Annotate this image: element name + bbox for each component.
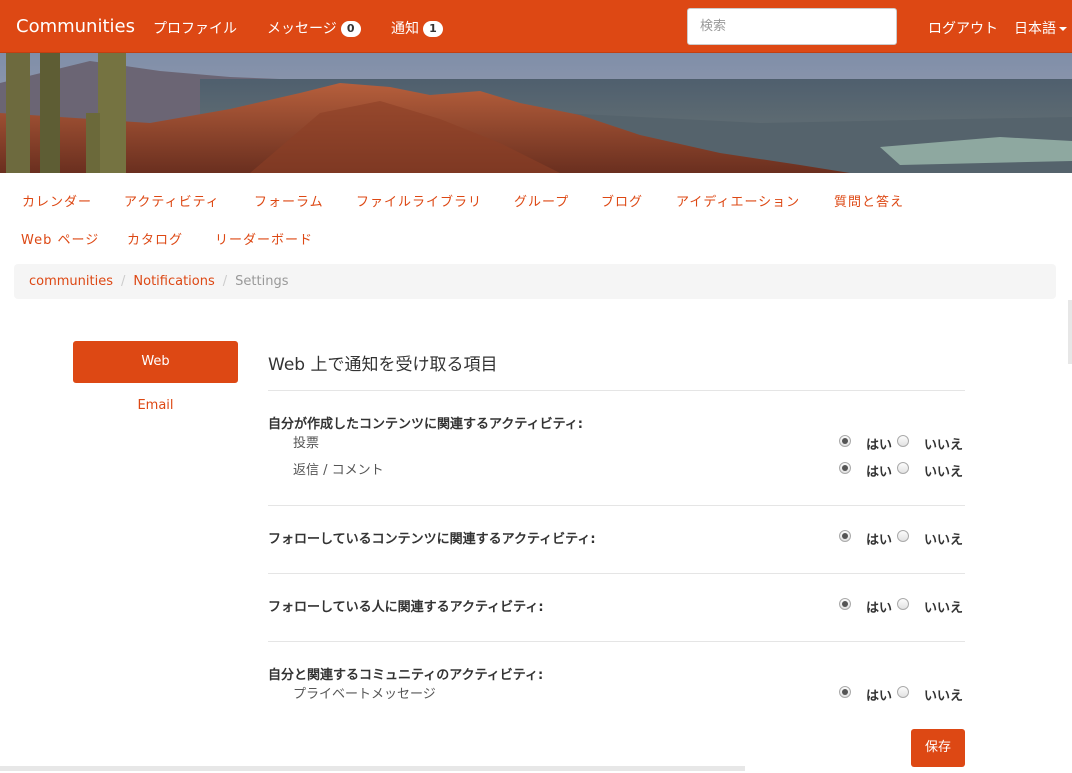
- radio-yes-label: はい: [866, 533, 893, 548]
- brand-link[interactable]: Communities: [16, 16, 135, 37]
- radio-yes[interactable]: [839, 462, 851, 474]
- breadcrumb-separator: /: [222, 274, 228, 289]
- language-label: 日本語: [1014, 21, 1056, 37]
- vertical-scrollbar[interactable]: [1068, 300, 1072, 364]
- radio-yes-label: はい: [866, 438, 893, 453]
- nav-file-library[interactable]: ファイルライブラリ: [356, 191, 482, 210]
- save-button[interactable]: 保存: [911, 729, 965, 767]
- sidebar-tab-email[interactable]: Email: [73, 398, 238, 413]
- radio-group-followed-people: はい いいえ: [838, 597, 968, 616]
- radio-yes-label: はい: [866, 465, 893, 480]
- nav-calendar[interactable]: カレンダー: [22, 191, 92, 210]
- radio-no-label: いいえ: [924, 465, 964, 480]
- notifications-count-badge: 1: [423, 21, 443, 37]
- sidebar-tab-web[interactable]: Web: [73, 341, 238, 383]
- divider: [268, 505, 965, 506]
- radio-no[interactable]: [897, 598, 909, 610]
- section-title-own-content: 自分が作成したコンテンツに関連するアクティビティ:: [268, 417, 583, 432]
- setting-label-replies: 返信 / コメント: [293, 463, 384, 478]
- section-nav: カレンダー アクティビティ フォーラム ファイルライブラリ グループ ブログ ア…: [0, 173, 1072, 263]
- setting-label-private-messages: プライベートメッセージ: [293, 687, 436, 702]
- radio-group-followed-content: はい いいえ: [838, 529, 968, 548]
- nav-activity[interactable]: アクティビティ: [124, 191, 220, 210]
- radio-yes[interactable]: [839, 530, 851, 542]
- radio-no-label: いいえ: [924, 438, 964, 453]
- nav-notifications-label: 通知: [391, 21, 419, 37]
- radio-no[interactable]: [897, 686, 909, 698]
- nav-messages-label: メッセージ: [267, 21, 337, 37]
- radio-group-votes: はい いいえ: [838, 434, 968, 453]
- search-input[interactable]: [687, 8, 897, 45]
- nav-web-pages[interactable]: Web ページ: [21, 229, 99, 248]
- page-title: Web 上で通知を受け取る項目: [268, 355, 498, 375]
- nav-forum[interactable]: フォーラム: [254, 191, 324, 210]
- nav-qa[interactable]: 質問と答え: [834, 191, 904, 210]
- section-title-followed-content: フォローしているコンテンツに関連するアクティビティ:: [268, 532, 596, 547]
- caret-down-icon: [1059, 27, 1067, 31]
- horizontal-scrollbar[interactable]: [0, 766, 745, 771]
- section-title-community: 自分と関連するコミュニティのアクティビティ:: [268, 668, 544, 683]
- radio-group-private-messages: はい いいえ: [838, 685, 968, 704]
- breadcrumb-notifications[interactable]: Notifications: [133, 274, 214, 289]
- setting-label-votes: 投票: [293, 436, 320, 451]
- radio-no[interactable]: [897, 530, 909, 542]
- breadcrumb-communities[interactable]: communities: [29, 274, 113, 289]
- nav-messages[interactable]: メッセージ 0: [267, 18, 361, 38]
- nav-groups[interactable]: グループ: [514, 191, 569, 210]
- radio-yes[interactable]: [839, 686, 851, 698]
- language-dropdown[interactable]: 日本語: [1014, 18, 1067, 38]
- messages-count-badge: 0: [340, 21, 361, 37]
- radio-no-label: いいえ: [924, 533, 964, 548]
- radio-no-label: いいえ: [924, 601, 964, 616]
- banner-image: [0, 53, 1072, 173]
- nav-profile[interactable]: プロファイル: [153, 18, 237, 38]
- nav-blog[interactable]: ブログ: [601, 191, 643, 210]
- divider: [268, 390, 965, 391]
- desert-landscape-image: [0, 53, 1072, 173]
- nav-profile-label: プロファイル: [153, 21, 237, 37]
- logout-link[interactable]: ログアウト: [928, 18, 998, 38]
- radio-group-replies: はい いいえ: [838, 461, 968, 480]
- divider: [268, 573, 965, 574]
- radio-yes[interactable]: [839, 435, 851, 447]
- nav-catalog[interactable]: カタログ: [127, 229, 183, 248]
- radio-yes-label: はい: [866, 689, 893, 704]
- nav-ideation[interactable]: アイディエーション: [676, 191, 800, 210]
- divider: [268, 641, 965, 642]
- radio-no[interactable]: [897, 462, 909, 474]
- nav-notifications[interactable]: 通知 1: [391, 18, 443, 38]
- nav-leaderboard[interactable]: リーダーボード: [215, 229, 313, 248]
- radio-yes-label: はい: [866, 601, 893, 616]
- radio-no[interactable]: [897, 435, 909, 447]
- breadcrumb-current: Settings: [235, 274, 289, 289]
- breadcrumb: communities / Notifications / Settings: [14, 264, 1056, 299]
- breadcrumb-separator: /: [121, 274, 126, 289]
- radio-no-label: いいえ: [924, 689, 964, 704]
- section-title-followed-people: フォローしている人に関連するアクティビティ:: [268, 600, 544, 615]
- radio-yes[interactable]: [839, 598, 851, 610]
- top-navbar: Communities プロファイル メッセージ0 通知1 ログアウト 日本語: [0, 0, 1072, 53]
